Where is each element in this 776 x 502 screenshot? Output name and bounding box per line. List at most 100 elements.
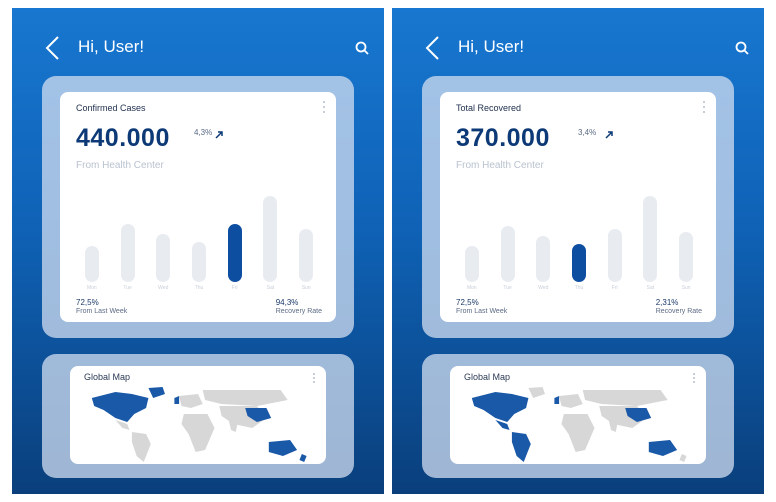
app-screen-recovered: Hi, User! Total Recovered 370.000 3,4% F…: [392, 8, 764, 494]
bar-thu[interactable]: [572, 244, 586, 282]
bar-sat[interactable]: [643, 196, 658, 282]
bar-wed[interactable]: [156, 234, 171, 282]
day-label: Mon: [466, 285, 477, 291]
bar-sun[interactable]: [299, 229, 314, 282]
day-label: Wed: [538, 285, 549, 291]
country-india: [608, 420, 619, 432]
country-north-america: [91, 392, 149, 422]
day-label: Sat: [266, 285, 275, 291]
stat-last-week: 72,5% From Last Week: [76, 298, 127, 315]
arrow-up-right-icon: [605, 131, 613, 139]
stat-recovery-rate: 2,31% Recovery Rate: [656, 298, 702, 315]
day-label: Fri: [611, 285, 618, 291]
stat-value: 72,5%: [76, 298, 99, 307]
day-label: Sun: [681, 285, 691, 291]
bar-tue[interactable]: [500, 226, 515, 282]
bar-mon[interactable]: [84, 246, 99, 282]
stat-label: Recovery Rate: [655, 308, 702, 315]
card-subtitle: From Health Center: [76, 160, 164, 171]
stats-card[interactable]: Total Recovered 370.000 3,4% From Health…: [440, 92, 716, 322]
bar-sun[interactable]: [679, 232, 694, 282]
bar-chart: [454, 186, 704, 282]
stat-last-week: 72,5% From Last Week: [456, 298, 507, 315]
day-label: Thu: [194, 285, 204, 291]
country-new-zealand: [299, 454, 307, 462]
country-russia: [582, 390, 668, 406]
world-map[interactable]: [460, 384, 696, 464]
world-map[interactable]: [80, 384, 316, 464]
card-title: Confirmed Cases: [76, 103, 146, 113]
map-card[interactable]: Global Map: [450, 366, 706, 464]
bar-mon[interactable]: [464, 246, 479, 282]
day-label: Sat: [646, 285, 655, 291]
country-greenland: [528, 387, 545, 398]
map-panel: Global Map: [422, 354, 734, 478]
search-icon[interactable]: [354, 40, 370, 56]
country-india: [228, 420, 239, 432]
stat-value: 72,5%: [456, 298, 479, 307]
stat-label: From Last Week: [76, 308, 128, 315]
day-label: Fri: [231, 285, 238, 291]
map-panel: Global Map: [42, 354, 354, 478]
country-north-america: [471, 392, 529, 422]
country-australia: [648, 440, 678, 456]
stat-label: Recovery Rate: [275, 308, 322, 315]
map-title: Global Map: [84, 372, 131, 382]
country-africa: [181, 414, 215, 452]
more-vertical-icon[interactable]: [312, 372, 316, 384]
chevron-left-icon[interactable]: [422, 34, 444, 62]
day-label: Tue: [503, 285, 512, 291]
stat-value: 94,3%: [275, 298, 299, 307]
greeting: Hi, User!: [78, 37, 145, 56]
country-south-america: [131, 432, 151, 462]
greeting: Hi, User!: [458, 37, 525, 56]
country-australia: [268, 440, 298, 456]
bar-tue[interactable]: [120, 224, 135, 282]
country-greenland: [148, 387, 165, 398]
country-uk: [554, 396, 560, 404]
stat-recovery-rate: 94,3% Recovery Rate: [276, 298, 322, 315]
bar-wed[interactable]: [536, 236, 551, 282]
country-new-zealand: [679, 454, 687, 462]
day-label: Sun: [301, 285, 311, 291]
more-vertical-icon[interactable]: [702, 100, 706, 114]
country-europe: [559, 394, 583, 408]
bar-sat[interactable]: [263, 196, 278, 282]
chevron-left-icon[interactable]: [42, 34, 64, 62]
bar-fri[interactable]: [607, 229, 622, 282]
case-count: 370.000: [456, 124, 550, 152]
day-label: Thu: [574, 285, 584, 291]
map-card[interactable]: Global Map: [70, 366, 326, 464]
country-russia: [202, 390, 288, 406]
bar-chart: [74, 186, 324, 282]
card-subtitle: From Health Center: [456, 160, 544, 171]
day-label: Tue: [123, 285, 132, 291]
stats-panel: Total Recovered 370.000 3,4% From Health…: [422, 76, 734, 338]
day-label: Mon: [86, 285, 97, 291]
stats-panel: Confirmed Cases 440.000 4,3% From Health…: [42, 76, 354, 338]
stat-label: From Last Week: [456, 308, 508, 315]
day-labels: Mon Tue Wed Thu Fri Sat Sun: [74, 285, 324, 293]
country-uk: [174, 396, 180, 404]
more-vertical-icon[interactable]: [322, 100, 326, 114]
change-percent: 3,4%: [578, 128, 597, 137]
header: Hi, User!: [392, 34, 764, 64]
day-labels: Mon Tue Wed Thu Fri Sat Sun: [454, 285, 704, 293]
arrow-up-right-icon: [215, 131, 223, 139]
bar-thu[interactable]: [192, 242, 206, 282]
card-title: Total Recovered: [456, 103, 522, 113]
country-europe: [179, 394, 203, 408]
case-count: 440.000: [76, 124, 170, 152]
search-icon[interactable]: [734, 40, 750, 56]
stat-value: 2,31%: [655, 298, 679, 307]
country-south-america: [511, 432, 531, 462]
day-label: Wed: [158, 285, 169, 291]
map-title: Global Map: [464, 372, 511, 382]
change-percent: 4,3%: [194, 128, 213, 137]
bar-fri[interactable]: [227, 224, 242, 282]
country-africa: [561, 414, 595, 452]
more-vertical-icon[interactable]: [692, 372, 696, 384]
header: Hi, User!: [12, 34, 384, 64]
stats-card[interactable]: Confirmed Cases 440.000 4,3% From Health…: [60, 92, 336, 322]
app-screen-confirmed: Hi, User! Confirmed Cases 440.000 4,3% F…: [12, 8, 384, 494]
